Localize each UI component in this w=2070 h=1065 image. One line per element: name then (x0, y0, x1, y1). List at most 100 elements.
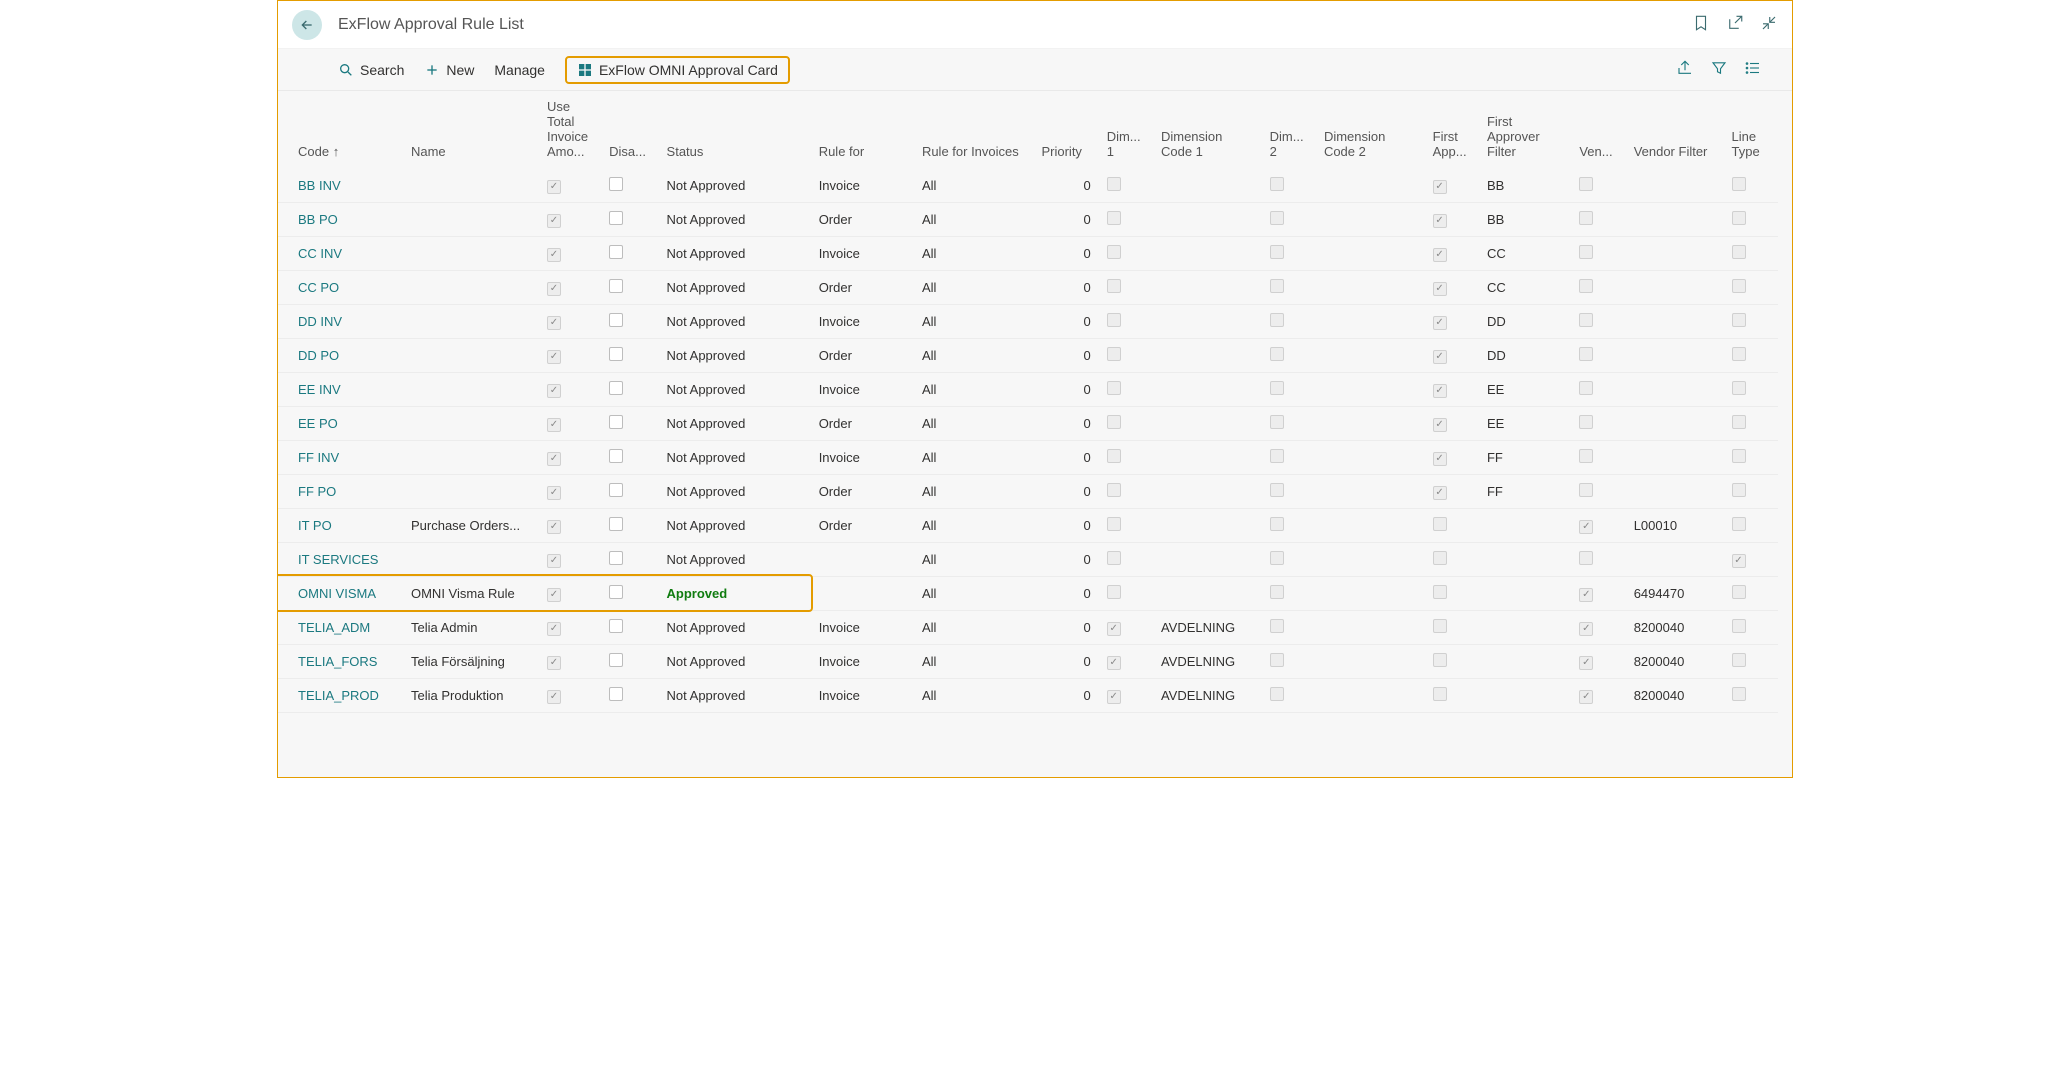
checkbox[interactable] (1107, 551, 1121, 565)
omni-approval-card-action[interactable]: ExFlow OMNI Approval Card (565, 56, 790, 84)
checkbox[interactable] (547, 554, 561, 568)
checkbox[interactable] (1270, 449, 1284, 463)
checkbox[interactable] (547, 316, 561, 330)
col-disabled[interactable]: Disa... (601, 91, 658, 169)
checkbox[interactable] (1732, 245, 1746, 259)
checkbox[interactable] (1433, 585, 1447, 599)
new-action[interactable]: New (424, 62, 474, 78)
table-row[interactable]: FF INVNot ApprovedInvoiceAll0FF (278, 441, 1778, 475)
checkbox[interactable] (1270, 381, 1284, 395)
checkbox[interactable] (547, 622, 561, 636)
table-row[interactable]: TELIA_ADMTelia AdminNot ApprovedInvoiceA… (278, 611, 1778, 645)
checkbox[interactable] (547, 486, 561, 500)
checkbox[interactable] (1433, 180, 1447, 194)
code-link[interactable]: EE PO (298, 416, 338, 431)
checkbox[interactable] (1270, 245, 1284, 259)
checkbox[interactable] (609, 551, 623, 565)
checkbox[interactable] (1579, 177, 1593, 191)
checkbox[interactable] (1579, 381, 1593, 395)
checkbox[interactable] (1433, 653, 1447, 667)
checkbox[interactable] (1270, 585, 1284, 599)
table-row[interactable]: TELIA_FORSTelia FörsäljningNot ApprovedI… (278, 645, 1778, 679)
checkbox[interactable] (1732, 449, 1746, 463)
table-scroll[interactable]: Code ↑ Name Use Total Invoice Amo... Dis… (278, 91, 1792, 777)
checkbox[interactable] (1732, 517, 1746, 531)
col-first-app-filter[interactable]: First Approver Filter (1479, 91, 1571, 169)
code-link[interactable]: OMNI VISMA (298, 586, 376, 601)
checkbox[interactable] (1107, 517, 1121, 531)
code-link[interactable]: FF PO (298, 484, 336, 499)
table-row[interactable]: IT POPurchase Orders...Not ApprovedOrder… (278, 509, 1778, 543)
checkbox[interactable] (609, 619, 623, 633)
checkbox[interactable] (609, 313, 623, 327)
checkbox[interactable] (1270, 313, 1284, 327)
table-row[interactable]: IT SERVICESNot ApprovedAll0 (278, 543, 1778, 577)
checkbox[interactable] (547, 214, 561, 228)
code-link[interactable]: TELIA_FORS (298, 654, 377, 669)
code-link[interactable]: TELIA_PROD (298, 688, 379, 703)
checkbox[interactable] (1107, 690, 1121, 704)
checkbox[interactable] (1579, 347, 1593, 361)
checkbox[interactable] (1732, 653, 1746, 667)
checkbox[interactable] (1732, 619, 1746, 633)
checkbox[interactable] (1270, 687, 1284, 701)
checkbox[interactable] (609, 381, 623, 395)
col-dim1[interactable]: Dim... 1 (1099, 91, 1153, 169)
checkbox[interactable] (1107, 449, 1121, 463)
checkbox[interactable] (547, 350, 561, 364)
checkbox[interactable] (609, 653, 623, 667)
back-button[interactable] (292, 10, 322, 40)
code-link[interactable]: CC INV (298, 246, 342, 261)
checkbox[interactable] (1433, 282, 1447, 296)
checkbox[interactable] (1579, 622, 1593, 636)
code-link[interactable]: EE INV (298, 382, 341, 397)
checkbox[interactable] (1270, 177, 1284, 191)
checkbox[interactable] (1579, 690, 1593, 704)
checkbox[interactable] (1270, 517, 1284, 531)
filter-icon[interactable] (1710, 59, 1728, 80)
share-icon[interactable] (1676, 59, 1694, 80)
checkbox[interactable] (547, 452, 561, 466)
table-row[interactable]: TELIA_PRODTelia ProduktionNot ApprovedIn… (278, 679, 1778, 713)
checkbox[interactable] (1270, 483, 1284, 497)
checkbox[interactable] (609, 517, 623, 531)
checkbox[interactable] (1579, 449, 1593, 463)
table-row[interactable]: DD INVNot ApprovedInvoiceAll0DD (278, 305, 1778, 339)
checkbox[interactable] (1579, 656, 1593, 670)
table-row[interactable]: BB PONot ApprovedOrderAll0BB (278, 203, 1778, 237)
checkbox[interactable] (1732, 554, 1746, 568)
checkbox[interactable] (1579, 245, 1593, 259)
checkbox[interactable] (1579, 588, 1593, 602)
checkbox[interactable] (609, 687, 623, 701)
checkbox[interactable] (547, 588, 561, 602)
checkbox[interactable] (1107, 381, 1121, 395)
col-use-total[interactable]: Use Total Invoice Amo... (539, 91, 601, 169)
code-link[interactable]: TELIA_ADM (298, 620, 370, 635)
checkbox[interactable] (1107, 622, 1121, 636)
checkbox[interactable] (1433, 316, 1447, 330)
checkbox[interactable] (1433, 418, 1447, 432)
checkbox[interactable] (609, 347, 623, 361)
checkbox[interactable] (1732, 347, 1746, 361)
col-vendor-filter[interactable]: Vendor Filter (1626, 91, 1724, 169)
checkbox[interactable] (1732, 687, 1746, 701)
table-row[interactable]: CC PONot ApprovedOrderAll0CC (278, 271, 1778, 305)
checkbox[interactable] (609, 449, 623, 463)
checkbox[interactable] (609, 245, 623, 259)
checkbox[interactable] (1270, 211, 1284, 225)
col-name[interactable]: Name (403, 91, 539, 169)
search-action[interactable]: Search (338, 62, 404, 78)
code-link[interactable]: IT SERVICES (298, 552, 378, 567)
col-rule-for[interactable]: Rule for (811, 91, 914, 169)
popout-icon[interactable] (1726, 14, 1744, 35)
checkbox[interactable] (1579, 520, 1593, 534)
table-row[interactable]: DD PONot ApprovedOrderAll0DD (278, 339, 1778, 373)
checkbox[interactable] (1107, 585, 1121, 599)
checkbox[interactable] (547, 282, 561, 296)
table-row[interactable]: BB INVNot ApprovedInvoiceAll0BB (278, 169, 1778, 203)
checkbox[interactable] (1107, 245, 1121, 259)
checkbox[interactable] (1579, 415, 1593, 429)
checkbox[interactable] (1732, 585, 1746, 599)
checkbox[interactable] (547, 520, 561, 534)
checkbox[interactable] (1270, 279, 1284, 293)
